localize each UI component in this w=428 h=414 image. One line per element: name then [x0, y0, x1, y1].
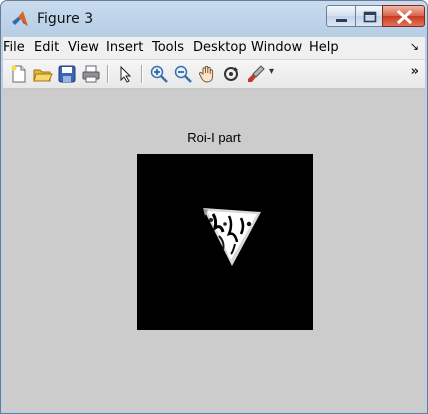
figure-window: Figure 3 File Edit View Insert Tools Des… — [0, 0, 428, 414]
open-file-icon[interactable] — [33, 64, 53, 84]
zoom-out-icon[interactable] — [173, 64, 193, 84]
data-brush-icon[interactable] — [246, 64, 266, 84]
menu-overflow-chevron-icon[interactable]: ↘ — [410, 40, 419, 53]
menu-file[interactable]: File — [3, 40, 25, 55]
brush-dropdown-chevron-icon[interactable]: ▾ — [269, 66, 274, 77]
menu-desktop[interactable]: Desktop — [193, 40, 247, 55]
menu-view[interactable]: View — [68, 40, 99, 55]
roi-image — [137, 154, 313, 330]
title-bar[interactable]: Figure 3 — [1, 1, 427, 37]
double-chevron-icon[interactable]: » — [411, 64, 419, 79]
close-icon — [396, 9, 413, 25]
figure-toolbar: ▾ » — [3, 60, 425, 89]
pan-hand-icon[interactable] — [197, 64, 217, 84]
close-button[interactable] — [382, 5, 425, 27]
save-icon[interactable] — [57, 64, 77, 84]
menu-help[interactable]: Help — [309, 40, 339, 55]
window-title: Figure 3 — [37, 11, 94, 27]
zoom-in-icon[interactable] — [149, 64, 169, 84]
minimize-icon — [336, 19, 347, 22]
new-figure-icon[interactable] — [9, 64, 29, 84]
maximize-icon — [363, 11, 377, 23]
minimize-button[interactable] — [326, 5, 356, 27]
rotate-3d-icon[interactable] — [221, 64, 241, 84]
matlab-logo-icon — [12, 11, 28, 26]
toolbar-separator — [107, 65, 109, 83]
menu-edit[interactable]: Edit — [34, 40, 59, 55]
image-axes — [137, 154, 313, 330]
maximize-button[interactable] — [355, 5, 383, 27]
print-icon[interactable] — [81, 64, 101, 84]
axes-title: Roi-I part — [187, 130, 241, 145]
toolbar-separator — [141, 65, 143, 83]
menu-bar: File Edit View Insert Tools Desktop Wind… — [3, 37, 425, 60]
figure-canvas: Roi-I part — [3, 89, 425, 411]
menu-insert[interactable]: Insert — [106, 40, 143, 55]
menu-window[interactable]: Window — [251, 40, 302, 55]
edit-plot-arrow-icon[interactable] — [115, 64, 135, 84]
menu-tools[interactable]: Tools — [152, 40, 184, 55]
